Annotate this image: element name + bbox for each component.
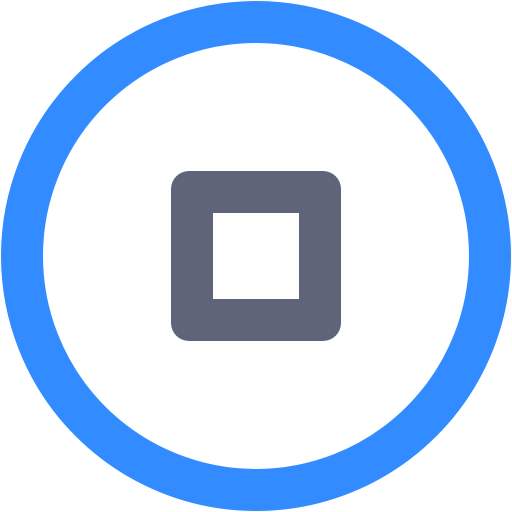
stop-icon [171, 171, 341, 341]
stop-icon-inner [213, 213, 299, 299]
stop-button[interactable] [0, 0, 512, 512]
stop-control-canvas [0, 0, 512, 512]
